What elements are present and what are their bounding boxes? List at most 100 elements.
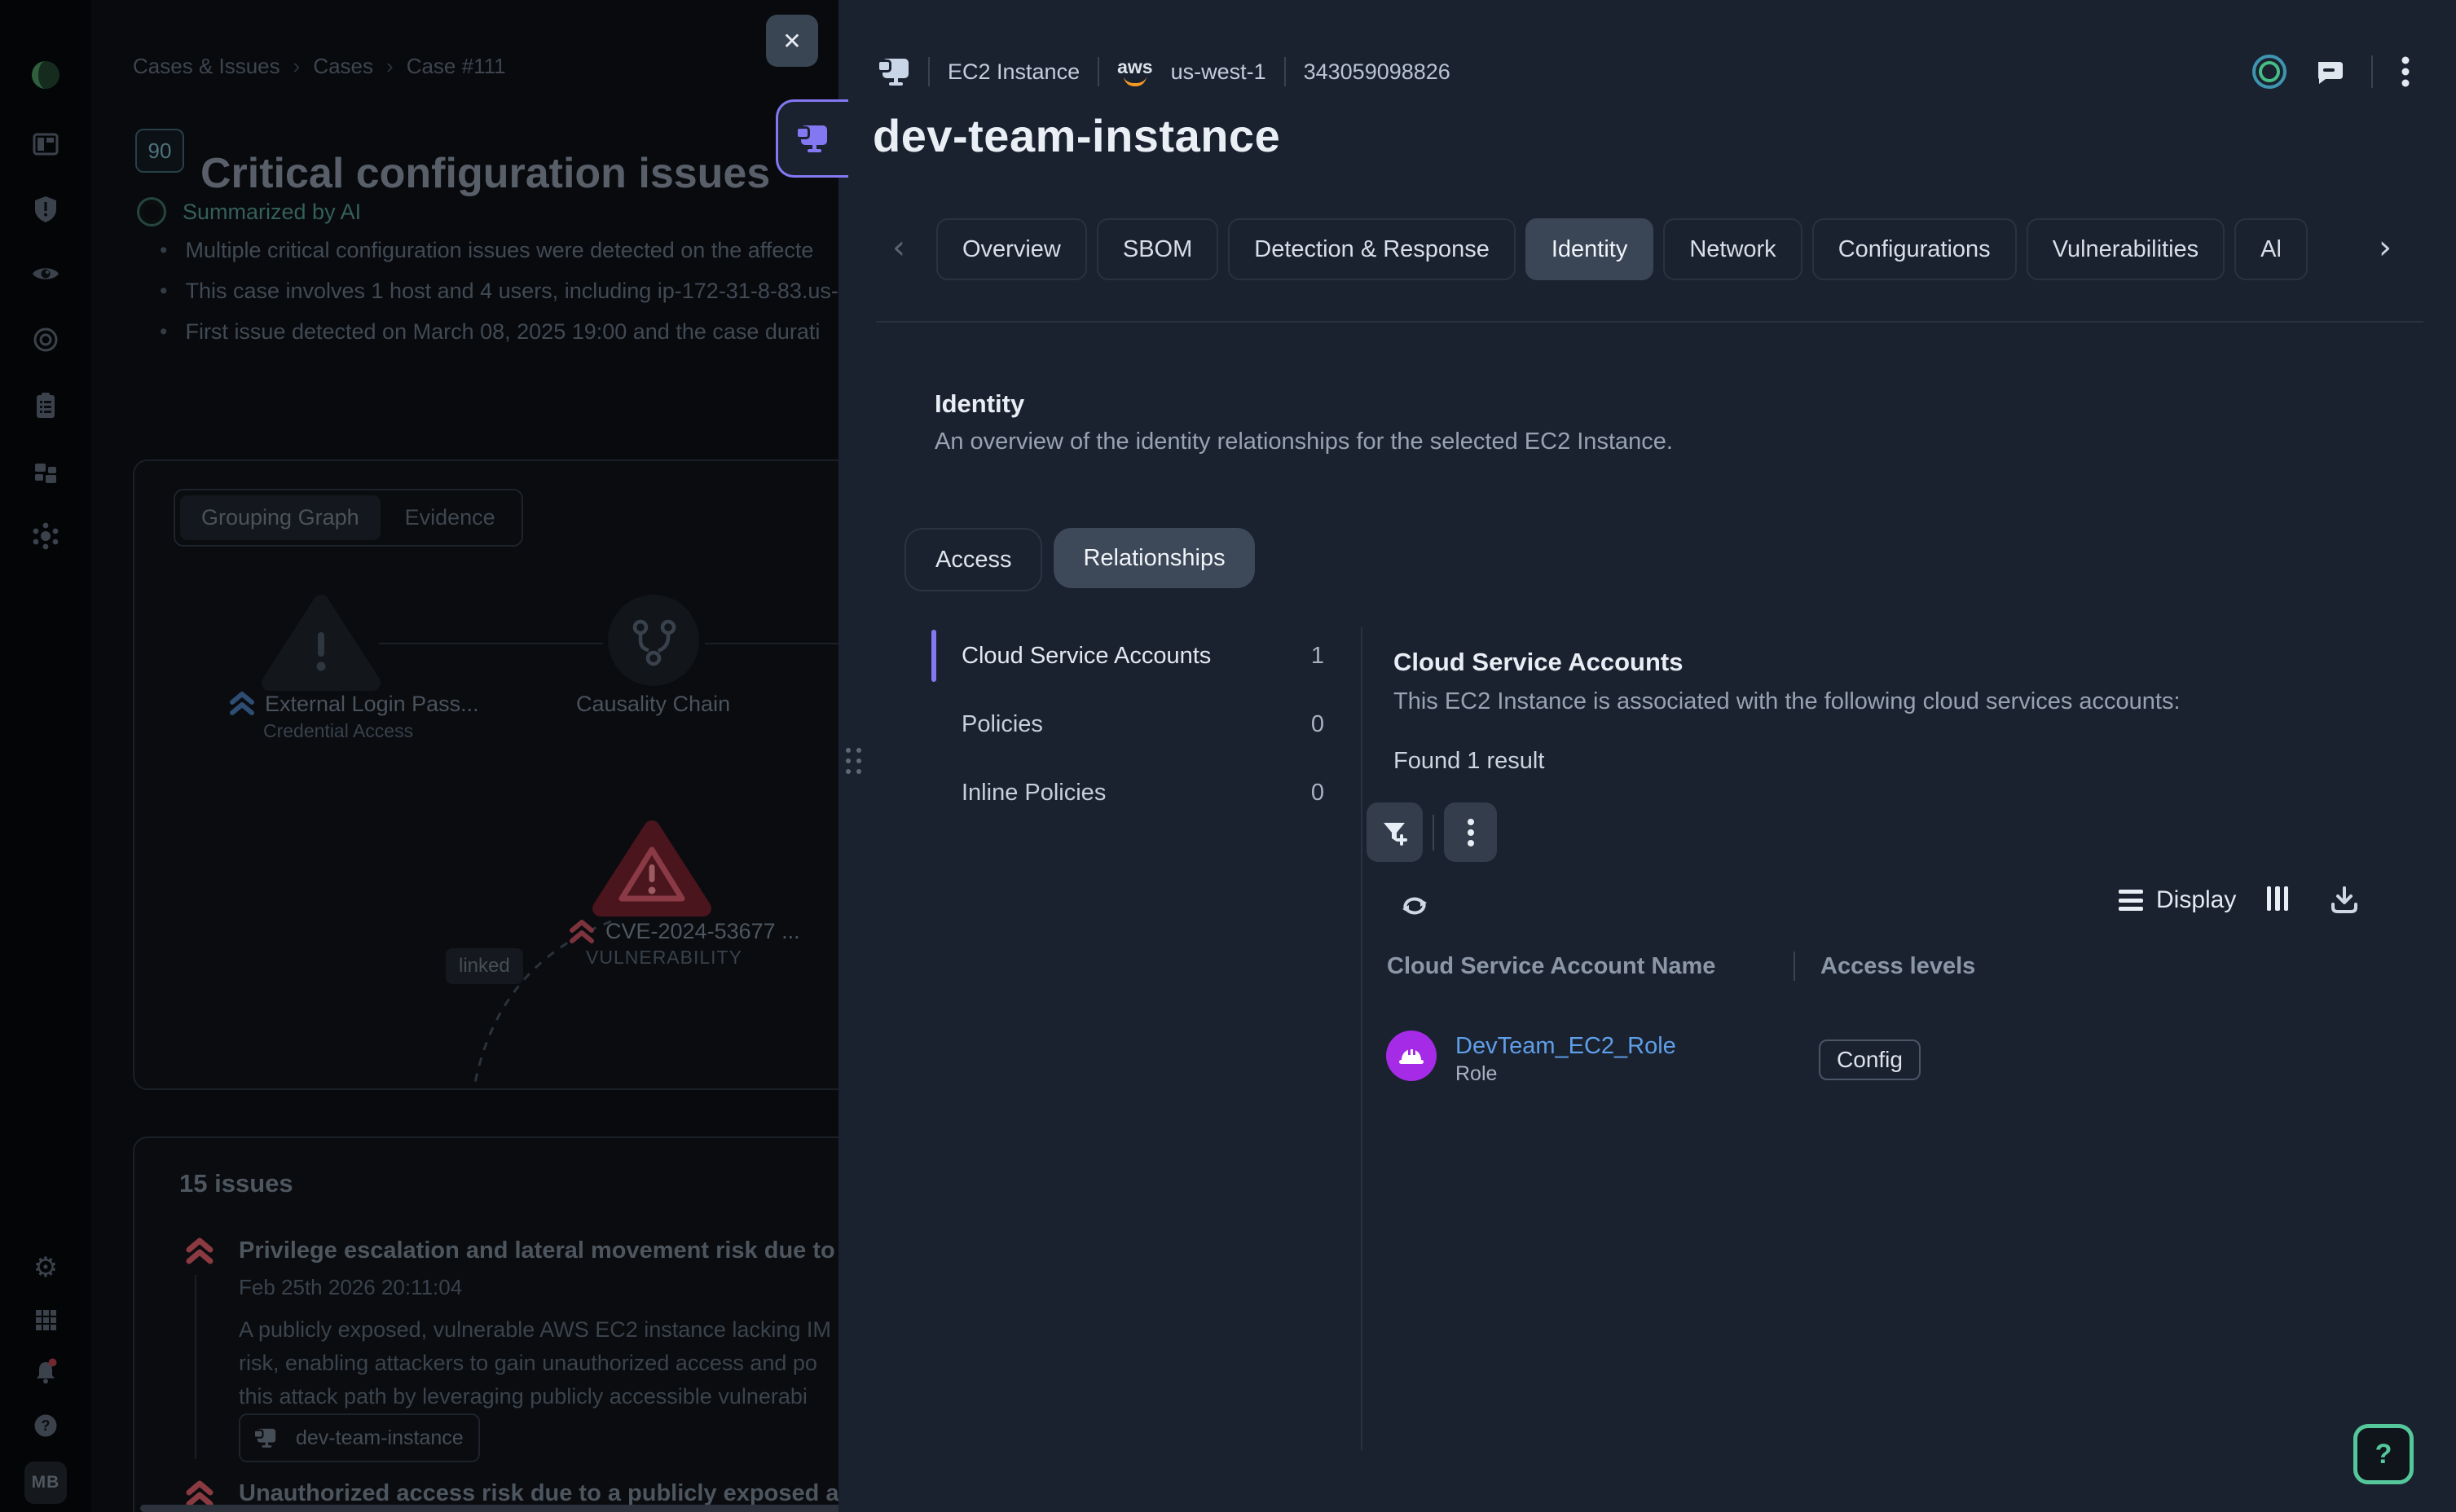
nav-item-label: Cloud Service Accounts — [962, 643, 1211, 670]
refresh-icon[interactable] — [1399, 891, 1430, 921]
issue-title[interactable]: Privilege escalation and lateral movemen… — [239, 1237, 838, 1264]
issue-timestamp: Feb 25th 2026 20:11:04 — [239, 1275, 462, 1300]
divider — [1361, 627, 1362, 1450]
tabs-scroll-left-icon[interactable]: ‹ — [892, 231, 905, 264]
download-icon[interactable] — [2328, 885, 2361, 916]
identity-subtabs: Access Relationships — [904, 528, 1255, 591]
graph-node-cve-icon[interactable] — [591, 815, 713, 923]
tab-identity[interactable]: Identity — [1525, 218, 1654, 280]
tab-detection-response[interactable]: Detection & Response — [1228, 218, 1516, 280]
tab-overview[interactable]: Overview — [936, 218, 1087, 280]
graph-node1-label[interactable]: External Login Pass... — [265, 692, 479, 717]
account-id-label: 343059098826 — [1304, 59, 1450, 85]
org-blocks-icon[interactable] — [29, 455, 62, 488]
subtab-access[interactable]: Access — [904, 528, 1042, 591]
asset-tag-chip[interactable]: dev-team-instance — [239, 1413, 480, 1462]
tab-vulnerabilities[interactable]: Vulnerabilities — [2027, 218, 2225, 280]
risk-shield-icon[interactable] — [29, 192, 62, 225]
asset-title: dev-team-instance — [873, 109, 1280, 162]
user-avatar[interactable]: MB — [24, 1461, 67, 1504]
tab-alerts[interactable]: Al — [2234, 218, 2308, 280]
tab-configurations[interactable]: Configurations — [1812, 218, 2017, 280]
breadcrumb-cases[interactable]: Cases — [313, 54, 373, 79]
column-header-account-name[interactable]: Cloud Service Account Name — [1387, 953, 1715, 980]
nav-item-inline-policies[interactable]: Inline Policies 0 — [962, 765, 1324, 820]
bullet-icon: • — [160, 238, 167, 262]
drawer-tabs: Overview SBOM Detection & Response Ident… — [936, 218, 2334, 280]
breadcrumb-cases-issues[interactable]: Cases & Issues — [133, 54, 280, 79]
add-filter-button[interactable] — [1367, 802, 1423, 862]
tab-network[interactable]: Network — [1663, 218, 1802, 280]
comment-icon[interactable] — [2314, 58, 2344, 86]
breadcrumb-case-111[interactable]: Case #111 — [407, 54, 506, 79]
dashboard-icon[interactable] — [29, 128, 62, 160]
access-level-config-chip[interactable]: Config — [1819, 1040, 1921, 1080]
notifications-bell-icon[interactable] — [29, 1355, 62, 1387]
screen: ⚙ ? MB Cases & Issues › Cases › Case #11… — [0, 0, 2456, 1512]
bottom-scroll-strip[interactable] — [140, 1505, 838, 1512]
graph-node1-sublabel: Credential Access — [263, 720, 413, 742]
display-icon — [2119, 890, 2143, 911]
graph-node3-sublabel: VULNERABILITY — [586, 947, 742, 969]
graph-node3-label[interactable]: CVE-2024-53677 ... — [605, 919, 800, 944]
ai-bullet: •First issue detected on March 08, 2025 … — [160, 319, 820, 345]
issue-description: risk, enabling attackers to gain unautho… — [239, 1347, 817, 1380]
nav-item-count: 0 — [1311, 711, 1324, 738]
graph-node-warning-icon[interactable] — [260, 590, 382, 697]
grouping-graph-card: Grouping Graph Evidence — [133, 459, 838, 1090]
ai-summary-header: Summarized by AI — [137, 197, 361, 226]
nav-item-label: Policies — [962, 711, 1043, 738]
account-name-link[interactable]: DevTeam_EC2_Role — [1455, 1033, 1676, 1060]
kebab-menu-icon[interactable] — [2401, 55, 2410, 88]
nav-item-count: 1 — [1311, 643, 1324, 670]
nav-item-label: Inline Policies — [962, 780, 1106, 807]
gear-glyph: ⚙ — [33, 1251, 58, 1284]
help-button[interactable]: ? — [2353, 1424, 2414, 1484]
ai-summary-label: Summarized by AI — [183, 200, 361, 225]
attack-spider-icon[interactable] — [29, 520, 62, 552]
help-circle-icon[interactable]: ? — [29, 1409, 62, 1442]
graph-node-causality-icon[interactable] — [605, 591, 702, 689]
hard-hat-icon — [1397, 1044, 1425, 1067]
column-header-access-levels[interactable]: Access levels — [1820, 953, 1975, 980]
tab-sbom[interactable]: SBOM — [1097, 218, 1218, 280]
asset-drawer: EC2 Instance aws us-west-1 343059098826 … — [838, 0, 2456, 1512]
drawer-header: EC2 Instance aws us-west-1 343059098826 — [879, 49, 1450, 94]
case-score-badge: 90 — [135, 129, 184, 173]
graph-edges — [134, 461, 838, 1088]
divider — [928, 57, 930, 86]
issue-description: this attack path by leveraging publicly … — [239, 1380, 808, 1413]
tabs-scroll-right-icon[interactable]: › — [2379, 231, 2392, 264]
divider — [876, 321, 2423, 323]
result-count-label: Found 1 result — [1393, 748, 1544, 775]
drawer-resize-handle[interactable] — [846, 748, 862, 785]
graph-node2-label[interactable]: Causality Chain — [576, 692, 730, 717]
relationship-nav: Cloud Service Accounts 1 Policies 0 Inli… — [962, 628, 1324, 833]
inventory-clipboard-icon[interactable] — [29, 389, 62, 422]
severity-chevrons-red-icon — [568, 919, 596, 945]
identity-section-description: An overview of the identity relationship… — [935, 429, 1673, 455]
edge-label-linked: linked — [446, 948, 523, 984]
visibility-eye-icon[interactable] — [29, 257, 62, 290]
apps-grid-icon[interactable] — [29, 1303, 62, 1336]
breadcrumb: Cases & Issues › Cases › Case #111 — [133, 54, 506, 79]
divider — [2371, 55, 2373, 88]
display-label: Display — [2156, 886, 2236, 914]
target-icon[interactable] — [29, 323, 62, 356]
nav-item-policies[interactable]: Policies 0 — [962, 697, 1324, 752]
accounts-panel-heading: Cloud Service Accounts — [1393, 648, 1683, 677]
table-options-button[interactable] — [1444, 802, 1497, 862]
ai-assistant-icon[interactable] — [2252, 55, 2287, 89]
issues-card: 15 issues Privilege escalation and later… — [133, 1136, 838, 1512]
subtab-relationships[interactable]: Relationships — [1054, 528, 1254, 588]
display-button[interactable]: Display — [2119, 886, 2236, 914]
close-icon[interactable]: ✕ — [766, 15, 818, 67]
role-avatar — [1386, 1031, 1437, 1081]
settings-gear-icon[interactable]: ⚙ — [29, 1251, 62, 1284]
drawer-header-actions — [2252, 49, 2410, 94]
nav-item-cloud-service-accounts[interactable]: Cloud Service Accounts 1 — [962, 628, 1324, 683]
issue-title[interactable]: Unauthorized access risk due to a public… — [239, 1480, 838, 1507]
asset-drawer-tab[interactable] — [776, 99, 848, 178]
bullet-icon: • — [160, 279, 167, 303]
columns-icon[interactable] — [2267, 886, 2288, 911]
